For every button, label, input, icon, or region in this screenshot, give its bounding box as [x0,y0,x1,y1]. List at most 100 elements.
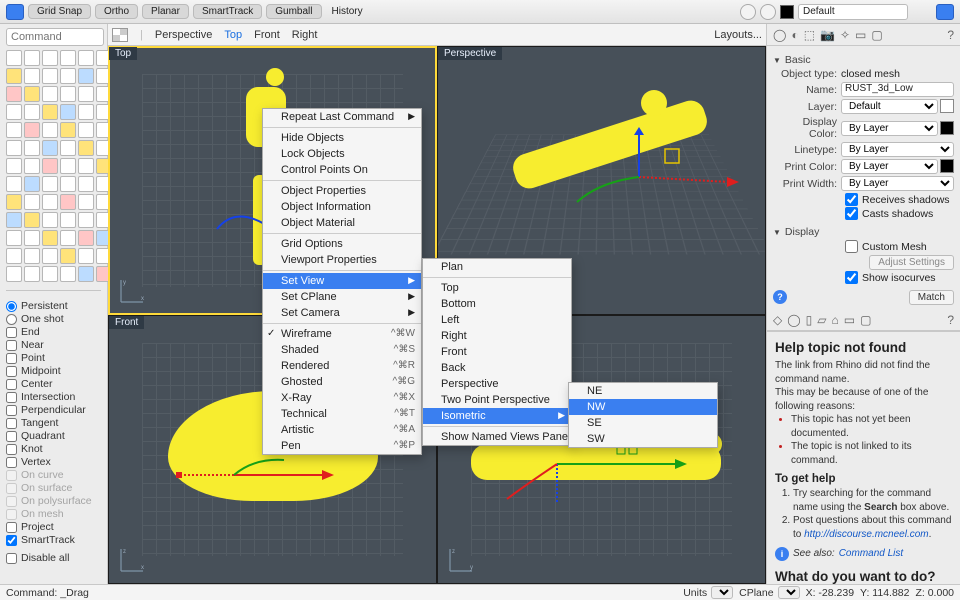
discourse-link[interactable]: http://discourse.mcneel.com [804,529,929,540]
command-list-link[interactable]: Command List [839,547,903,561]
cam2-icon[interactable]: ⌂ [832,313,839,327]
stop-icon[interactable] [760,4,776,20]
page2-icon[interactable]: ▢ [860,313,871,327]
tool-button[interactable] [42,248,58,264]
layer-select[interactable]: Default [841,99,938,114]
tool-button[interactable] [60,194,76,210]
tool-button[interactable] [6,194,22,210]
viewport-layout-icon[interactable] [112,28,128,42]
persistent-radio[interactable] [6,301,17,312]
smarttrack-toggle[interactable]: SmartTrack [193,4,262,19]
tool-button[interactable] [60,230,76,246]
layer-dropdown[interactable]: Default [798,4,908,20]
help2-icon[interactable]: ? [947,313,954,327]
iso-nw[interactable]: NW [569,399,717,415]
tool-button[interactable] [24,68,40,84]
tool-button[interactable] [42,176,58,192]
one-shot-radio[interactable] [6,314,17,325]
ortho-toggle[interactable]: Ortho [95,4,138,19]
midpoint-checkbox[interactable] [6,366,17,377]
print-color-select[interactable]: By Layer [841,159,938,174]
tool-button[interactable] [24,230,40,246]
tool-button[interactable] [6,68,22,84]
adjust-settings-button[interactable]: Adjust Settings [869,255,954,270]
linetype-select[interactable]: By Layer [841,142,954,157]
submenu-isometric[interactable]: Isometric▶ [423,408,571,424]
tool-button[interactable] [6,104,22,120]
tool-button[interactable] [60,68,76,84]
doc-icon[interactable]: ▯ [806,313,813,327]
submenu-back[interactable]: Back [423,360,571,376]
tool-button[interactable] [42,158,58,174]
tool-button[interactable] [24,212,40,228]
tool-button[interactable] [24,266,40,282]
gumball-toggle[interactable]: Gumball [266,4,321,19]
tool-button[interactable] [60,248,76,264]
disable-all-checkbox[interactable] [6,553,17,564]
menu-object-properties[interactable]: Object Properties [263,183,421,199]
package-icon[interactable]: ⬚ [804,28,815,42]
iso-se[interactable]: SE [569,415,717,431]
submenu-named-views[interactable]: Show Named Views Panel [423,429,571,445]
tool-button[interactable] [60,176,76,192]
camera-icon[interactable]: 📷 [820,28,835,42]
menu-object-information[interactable]: Object Information [263,199,421,215]
tab-layouts[interactable]: Layouts... [714,29,762,41]
vertex-checkbox[interactable] [6,457,17,468]
submenu-right[interactable]: Right [423,328,571,344]
knot-checkbox[interactable] [6,444,17,455]
menu-artistic[interactable]: Artistic^⌘A [263,422,421,438]
submenu-two-point[interactable]: Two Point Perspective [423,392,571,408]
tool-button[interactable] [6,140,22,156]
tool-button[interactable] [78,68,94,84]
submenu-perspective[interactable]: Perspective [423,376,571,392]
submenu-plan[interactable]: Plan [423,259,571,275]
iso-ne[interactable]: NE [569,383,717,399]
smarttrack-checkbox[interactable] [6,535,17,546]
tab-perspective[interactable]: Perspective [155,29,212,41]
quadrant-checkbox[interactable] [6,431,17,442]
tool-button[interactable] [78,122,94,138]
tool-button[interactable] [78,176,94,192]
tab-front[interactable]: Front [254,29,280,41]
tool-button[interactable] [60,122,76,138]
history-toggle[interactable]: History [326,5,369,18]
tool-button[interactable] [78,158,94,174]
perpendicular-checkbox[interactable] [6,405,17,416]
menu-set-view[interactable]: Set View▶ [263,273,421,289]
panel-toggle-icon[interactable] [936,4,954,20]
tool-button[interactable] [78,194,94,210]
custom-mesh-checkbox[interactable] [845,240,858,253]
point-checkbox[interactable] [6,353,17,364]
tool-button[interactable] [78,230,94,246]
cube-icon[interactable]: ▱ [817,313,826,327]
info-icon[interactable]: ? [773,290,787,304]
menu-control-points[interactable]: Control Points On [263,162,421,178]
tool-button[interactable] [24,50,40,66]
tool-button[interactable] [42,194,58,210]
tool-button[interactable] [42,68,58,84]
near-checkbox[interactable] [6,340,17,351]
casts-shadows-checkbox[interactable] [845,207,858,220]
layers-icon[interactable]: ◇ [773,313,782,327]
tool-button[interactable] [6,248,22,264]
tool-button[interactable] [42,122,58,138]
tool-button[interactable] [60,212,76,228]
tool-button[interactable] [24,194,40,210]
tool-button[interactable] [24,104,40,120]
name-input[interactable]: RUST_3d_Low [841,82,954,97]
tool-button[interactable] [24,122,40,138]
tool-button[interactable] [42,266,58,282]
tool-button[interactable] [60,86,76,102]
show-isocurves-checkbox[interactable] [845,271,858,284]
command-input[interactable] [6,28,104,46]
receives-shadows-checkbox[interactable] [845,193,858,206]
tool-button[interactable] [60,50,76,66]
menu-viewport-properties[interactable]: Viewport Properties [263,252,421,268]
page-icon[interactable]: ▢ [871,28,882,42]
submenu-bottom[interactable]: Bottom [423,296,571,312]
submenu-top[interactable]: Top [423,280,571,296]
tool-button[interactable] [42,230,58,246]
tangent-checkbox[interactable] [6,418,17,429]
menu-object-material[interactable]: Object Material [263,215,421,231]
